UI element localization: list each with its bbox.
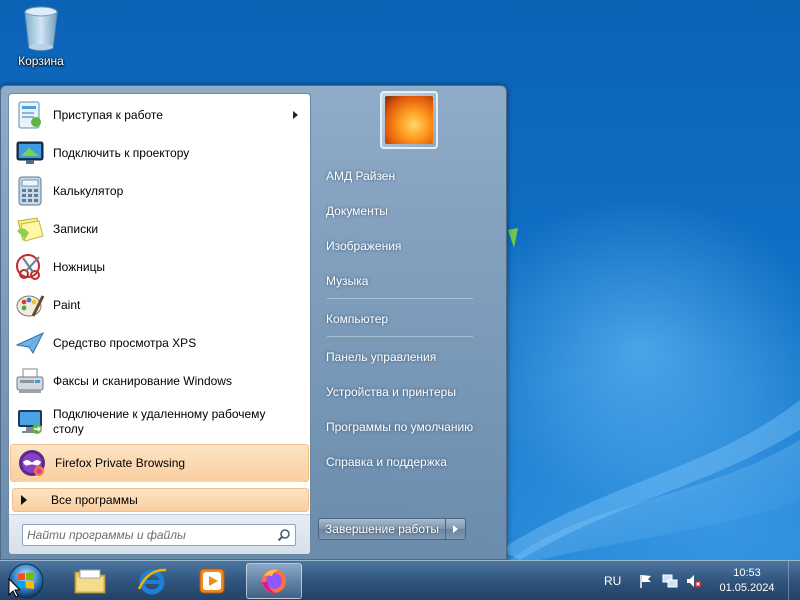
link-documents[interactable]: Документы: [326, 199, 496, 223]
system-clock[interactable]: 10:53 01.05.2024: [710, 566, 784, 598]
program-sticky-notes[interactable]: Записки: [9, 210, 310, 248]
recycle-bin-label: Корзина: [18, 54, 64, 68]
show-desktop-button[interactable]: [788, 561, 800, 600]
firefox-private-icon: [15, 446, 49, 480]
xps-viewer-icon: [13, 326, 47, 360]
clock-date: 01.05.2024: [719, 582, 775, 594]
link-help-support[interactable]: Справка и поддержка: [326, 450, 496, 474]
all-programs-label: Все программы: [51, 493, 138, 507]
program-firefox-private[interactable]: Firefox Private Browsing: [10, 444, 309, 482]
media-player-icon: [199, 568, 225, 594]
submenu-arrow-icon: [293, 111, 298, 119]
sticky-notes-icon: [13, 212, 47, 246]
clock-time: 10:53: [733, 567, 761, 579]
program-calculator[interactable]: Калькулятор: [9, 172, 310, 210]
flower-picture: [385, 96, 433, 144]
taskbar: RU 10:53 01.05.2024: [0, 560, 800, 600]
projector-icon: [13, 136, 47, 170]
link-user-folder[interactable]: АМД Райзен: [326, 164, 496, 188]
getting-started-icon: [13, 98, 47, 132]
wallpaper-swoosh: [500, 228, 800, 560]
program-label: Средство просмотра XPS: [53, 335, 197, 350]
program-label: Факсы и сканирование Windows: [53, 373, 232, 388]
all-programs-button[interactable]: Все программы: [12, 488, 309, 512]
search-input[interactable]: [27, 526, 267, 544]
link-default-programs[interactable]: Программы по умолчанию: [326, 415, 496, 439]
all-programs-arrow-icon: [21, 495, 27, 505]
program-label: Калькулятор: [53, 183, 124, 198]
remote-desktop-icon: [13, 405, 47, 439]
start-menu-right-pane: АМД Райзен Документы Изображения Музыка …: [313, 86, 506, 559]
taskbar-firefox[interactable]: [246, 563, 302, 599]
link-music[interactable]: Музыка: [326, 269, 496, 293]
fax-scan-icon: [13, 364, 47, 398]
shutdown-options-button[interactable]: [446, 518, 466, 540]
start-menu-programs-pane: Приступая к работе Подключить к проектор…: [8, 93, 311, 555]
search-box[interactable]: [22, 524, 296, 546]
program-getting-started[interactable]: Приступая к работе: [9, 96, 310, 134]
taskbar-internet-explorer[interactable]: [124, 563, 180, 599]
calculator-icon: [13, 174, 47, 208]
program-label: Firefox Private Browsing: [55, 455, 186, 470]
link-control-panel[interactable]: Панель управления: [326, 345, 496, 369]
firefox-icon: [262, 569, 286, 593]
program-remote-desktop[interactable]: Подключение к удаленному рабочему столу: [9, 400, 310, 444]
program-label: Подключение к удаленному рабочему столу: [53, 407, 266, 436]
start-menu: Приступая к работе Подключить к проектор…: [0, 85, 507, 560]
program-fax-scan[interactable]: Факсы и сканирование Windows: [9, 362, 310, 400]
link-computer[interactable]: Компьютер: [326, 307, 496, 331]
program-label: Paint: [53, 297, 81, 312]
shutdown-control: Завершение работы: [318, 518, 468, 540]
paint-icon: [13, 288, 47, 322]
search-area: [9, 514, 310, 554]
recycle-bin-icon: [24, 6, 58, 51]
program-connect-projector[interactable]: Подключить к проектору: [9, 134, 310, 172]
program-label: Ножницы: [53, 259, 106, 274]
explorer-icon: [74, 569, 106, 594]
link-devices-printers[interactable]: Устройства и принтеры: [326, 380, 496, 404]
internet-explorer-icon: [137, 568, 167, 595]
program-label: Записки: [53, 221, 99, 236]
program-label: Подключить к проектору: [53, 145, 190, 160]
program-paint[interactable]: Paint: [9, 286, 310, 324]
mouse-cursor-icon: [8, 578, 20, 598]
action-center-flag-icon[interactable]: [638, 573, 654, 589]
volume-muted-icon[interactable]: [686, 573, 702, 589]
search-icon[interactable]: [277, 528, 291, 542]
right-divider: [327, 298, 473, 299]
right-divider: [327, 336, 473, 337]
taskbar-media-player[interactable]: [184, 563, 240, 599]
program-xps-viewer[interactable]: Средство просмотра XPS: [9, 324, 310, 362]
scissors-icon: [13, 250, 47, 284]
link-pictures[interactable]: Изображения: [326, 234, 496, 258]
programs-divider: [17, 481, 303, 482]
program-snipping-tool[interactable]: Ножницы: [9, 248, 310, 286]
recycle-bin-shortcut[interactable]: Корзина: [10, 4, 72, 76]
shutdown-button[interactable]: Завершение работы: [318, 518, 446, 540]
language-indicator[interactable]: RU: [604, 561, 621, 600]
user-avatar[interactable]: [380, 91, 438, 149]
programs-list: Приступая к работе Подключить к проектор…: [9, 96, 310, 482]
network-icon[interactable]: [662, 573, 678, 589]
chevron-right-icon: [453, 525, 458, 533]
taskbar-explorer[interactable]: [62, 563, 118, 599]
program-label: Приступая к работе: [53, 107, 163, 122]
